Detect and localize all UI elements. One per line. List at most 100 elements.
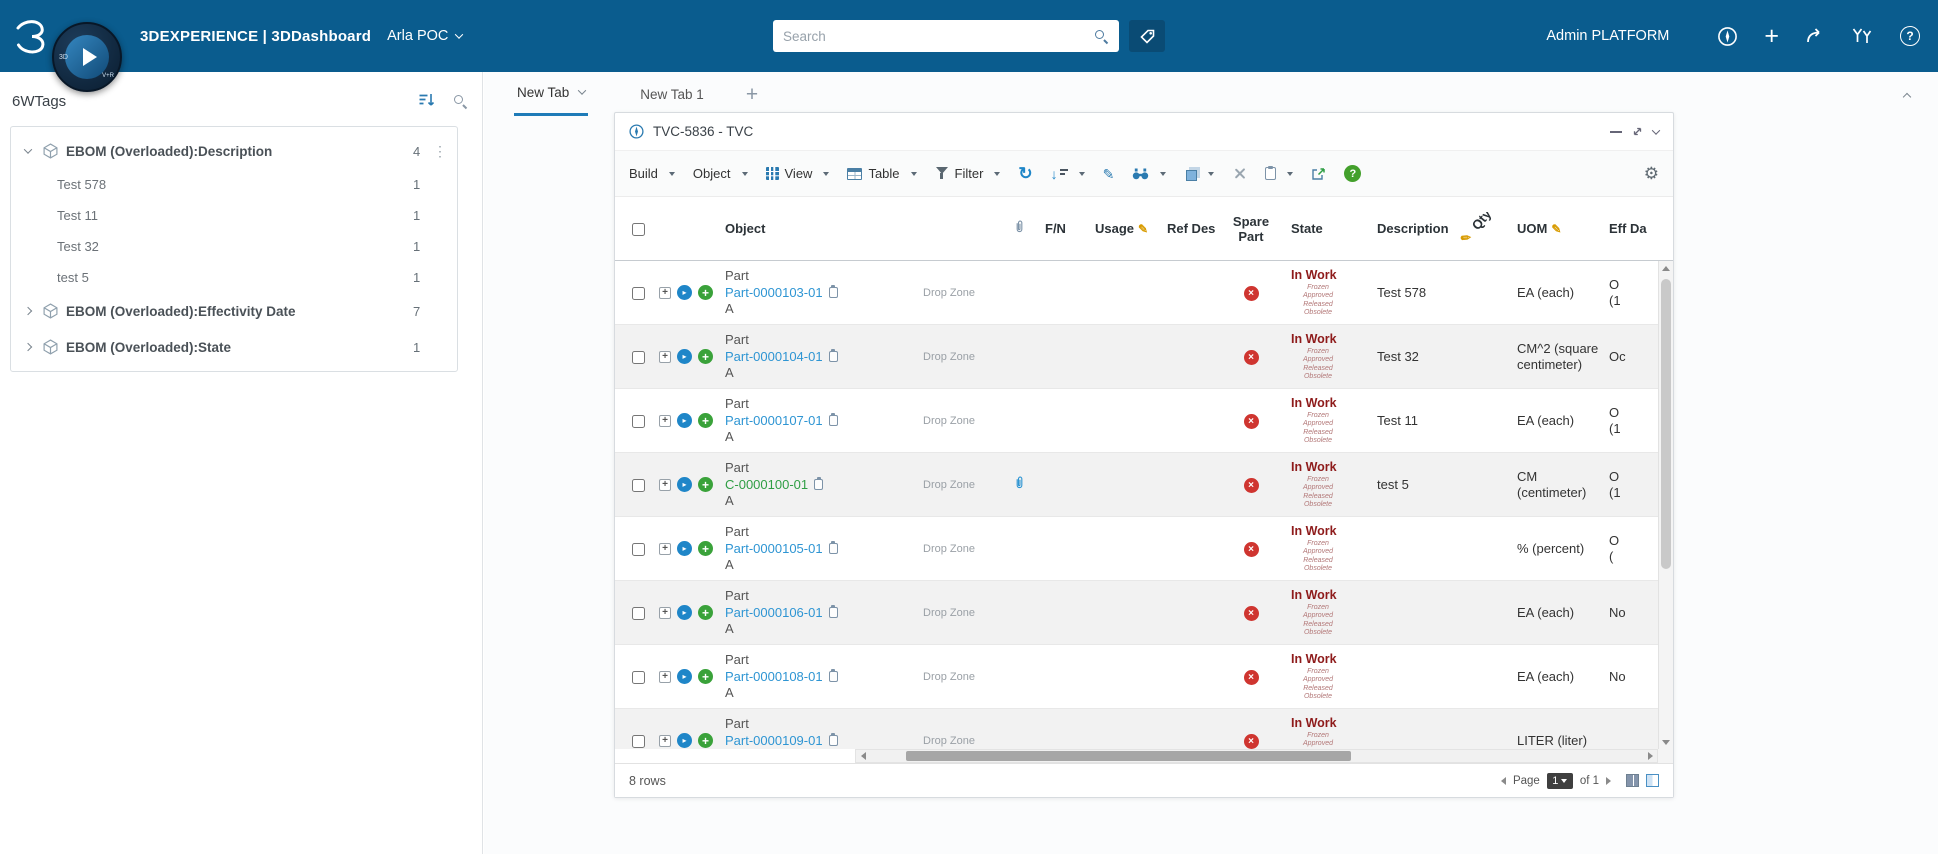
tag-group-effectivity-date[interactable]: EBOM (Overloaded):Effectivity Date 7 bbox=[11, 293, 457, 329]
navigate-structure-icon[interactable]: ▸ bbox=[677, 477, 692, 492]
expand-row-icon[interactable]: + bbox=[659, 671, 671, 683]
row-checkbox[interactable] bbox=[632, 735, 645, 748]
col-header-state[interactable]: State bbox=[1281, 221, 1373, 237]
clipboard-icon[interactable] bbox=[829, 543, 838, 554]
prev-page-button[interactable] bbox=[1501, 777, 1506, 785]
add-child-icon[interactable]: + bbox=[698, 477, 713, 492]
tag-group-description[interactable]: EBOM (Overloaded):Description 4 ⋮ bbox=[11, 133, 457, 169]
refresh-button[interactable]: ↻ bbox=[1018, 165, 1032, 182]
table-row[interactable]: + ▸ + Part Part-0000109-01 A Drop Zone × bbox=[615, 709, 1658, 749]
table-row[interactable]: + ▸ + Part Part-0000105-01 A Drop Zone × bbox=[615, 517, 1658, 581]
col-header-description[interactable]: Description bbox=[1373, 221, 1455, 237]
find-button[interactable] bbox=[1132, 168, 1166, 180]
row-checkbox[interactable] bbox=[632, 287, 645, 300]
share-icon[interactable] bbox=[1805, 27, 1825, 45]
navigate-structure-icon[interactable]: ▸ bbox=[677, 285, 692, 300]
drop-zone[interactable]: Drop Zone bbox=[923, 607, 975, 619]
col-header-qty[interactable]: Qty✎ bbox=[1455, 212, 1513, 246]
drop-zone[interactable]: Drop Zone bbox=[923, 287, 975, 299]
table-row[interactable]: + ▸ + Part Part-0000106-01 A Drop Zone × bbox=[615, 581, 1658, 645]
compass-menu-button[interactable]: 3D V+R bbox=[52, 22, 122, 92]
filter-menu-button[interactable]: Filter bbox=[935, 166, 1001, 181]
clipboard-button[interactable] bbox=[1265, 167, 1293, 180]
tab-new-tab[interactable]: New Tab bbox=[514, 72, 588, 116]
disconnect-button[interactable] bbox=[1232, 166, 1247, 181]
object-link[interactable]: Part-0000104-01 bbox=[725, 348, 823, 365]
table-row[interactable]: + ▸ + Part Part-0000108-01 A Drop Zone × bbox=[615, 645, 1658, 709]
row-checkbox[interactable] bbox=[632, 415, 645, 428]
col-header-spare-part[interactable]: Spare Part bbox=[1221, 214, 1281, 244]
kebab-menu-icon[interactable]: ⋮ bbox=[433, 143, 447, 160]
clipboard-icon[interactable] bbox=[814, 479, 823, 490]
add-tab-button[interactable]: + bbox=[746, 84, 758, 105]
search-box[interactable] bbox=[773, 20, 1119, 52]
tag-group-state[interactable]: EBOM (Overloaded):State 1 bbox=[11, 329, 457, 365]
row-checkbox[interactable] bbox=[632, 351, 645, 364]
scroll-down-button[interactable] bbox=[1659, 735, 1673, 749]
settings-button[interactable]: ⚙ bbox=[1644, 165, 1659, 182]
drop-zone[interactable]: Drop Zone bbox=[923, 671, 975, 683]
help-button[interactable]: ? bbox=[1344, 165, 1361, 182]
expand-row-icon[interactable]: + bbox=[659, 287, 671, 299]
scroll-left-button[interactable] bbox=[856, 750, 870, 762]
expand-row-icon[interactable]: + bbox=[659, 479, 671, 491]
tag-item[interactable]: Test 32 1 bbox=[11, 231, 457, 262]
drop-zone[interactable]: Drop Zone bbox=[923, 415, 975, 427]
table-row[interactable]: + ▸ + Part C-0000100-01 A Drop Zone bbox=[615, 453, 1658, 517]
search-icon[interactable] bbox=[1094, 29, 1109, 44]
object-menu-button[interactable]: Object bbox=[693, 166, 748, 181]
table-menu-button[interactable]: Table bbox=[847, 166, 916, 181]
clipboard-icon[interactable] bbox=[829, 287, 838, 298]
clipboard-icon[interactable] bbox=[829, 735, 838, 746]
tag-item[interactable]: test 5 1 bbox=[11, 262, 457, 293]
vertical-scrollbar[interactable] bbox=[1658, 261, 1673, 749]
tag-item[interactable]: Test 11 1 bbox=[11, 200, 457, 231]
col-header-attachments[interactable] bbox=[997, 219, 1041, 238]
col-header-eff-date[interactable]: Eff Da bbox=[1605, 221, 1653, 237]
compass-icon[interactable] bbox=[1717, 26, 1738, 47]
col-header-uom[interactable]: UOM✎ bbox=[1513, 221, 1605, 237]
clipboard-icon[interactable] bbox=[829, 607, 838, 618]
col-header-fn[interactable]: F/N bbox=[1041, 221, 1091, 237]
expand-row-icon[interactable]: + bbox=[659, 543, 671, 555]
view-menu-button[interactable]: View bbox=[766, 166, 830, 181]
search-input[interactable] bbox=[783, 29, 1086, 44]
table-row[interactable]: + ▸ + Part Part-0000107-01 A Drop Zone × bbox=[615, 389, 1658, 453]
tag-filter-button[interactable] bbox=[1129, 20, 1165, 52]
vertical-scrollbar-thumb[interactable] bbox=[1661, 279, 1671, 569]
collapse-tabbar-icon[interactable] bbox=[1904, 88, 1910, 103]
scroll-up-button[interactable] bbox=[1659, 261, 1673, 275]
community-icon[interactable] bbox=[1851, 27, 1874, 45]
select-all-checkbox[interactable] bbox=[632, 223, 645, 236]
sort-button[interactable]: ↓ bbox=[1051, 167, 1085, 181]
navigate-structure-icon[interactable]: ▸ bbox=[677, 605, 692, 620]
expand-row-icon[interactable]: + bbox=[659, 415, 671, 427]
navigate-structure-icon[interactable]: ▸ bbox=[677, 669, 692, 684]
tag-sort-icon[interactable] bbox=[418, 92, 435, 111]
build-menu-button[interactable]: Build bbox=[629, 166, 675, 181]
expand-row-icon[interactable]: + bbox=[659, 351, 671, 363]
clipboard-icon[interactable] bbox=[829, 671, 838, 682]
expand-row-icon[interactable]: + bbox=[659, 735, 671, 747]
view-mode-single-icon[interactable] bbox=[1626, 774, 1639, 787]
col-header-usage[interactable]: Usage✎ bbox=[1091, 221, 1163, 237]
export-button[interactable] bbox=[1311, 167, 1326, 181]
object-link[interactable]: C-0000100-01 bbox=[725, 476, 808, 493]
clipboard-icon[interactable] bbox=[829, 351, 838, 362]
object-link[interactable]: Part-0000108-01 bbox=[725, 668, 823, 685]
clipboard-icon[interactable] bbox=[829, 415, 838, 426]
drop-zone[interactable]: Drop Zone bbox=[923, 351, 975, 363]
object-link[interactable]: Part-0000103-01 bbox=[725, 284, 823, 301]
add-content-icon[interactable]: + bbox=[1764, 24, 1779, 49]
view-mode-split-icon[interactable] bbox=[1646, 774, 1659, 787]
navigate-structure-icon[interactable]: ▸ bbox=[677, 349, 692, 364]
navigate-structure-icon[interactable]: ▸ bbox=[677, 413, 692, 428]
navigate-structure-icon[interactable]: ▸ bbox=[677, 733, 692, 748]
horizontal-scrollbar[interactable] bbox=[615, 749, 1658, 763]
drop-zone[interactable]: Drop Zone bbox=[923, 479, 975, 491]
expand-row-icon[interactable]: + bbox=[659, 607, 671, 619]
compare-button[interactable] bbox=[1184, 167, 1214, 181]
paperclip-icon[interactable] bbox=[1013, 475, 1026, 490]
3ds-logo[interactable] bbox=[12, 17, 48, 58]
navigate-structure-icon[interactable]: ▸ bbox=[677, 541, 692, 556]
